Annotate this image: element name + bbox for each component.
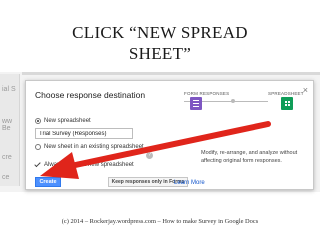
option-new-spreadsheet[interactable]: New spreadsheet: [35, 118, 91, 124]
background-sidebar: ial S ww Be cre ce: [0, 74, 20, 186]
radio-unselected-icon[interactable]: [35, 144, 41, 150]
spreadsheet-name-input[interactable]: [35, 128, 133, 139]
flow-sheet-label: SPREADSHEET: [268, 91, 304, 96]
sheets-icon: [281, 97, 293, 110]
background-text: ww Be: [2, 118, 13, 132]
destination-description: Modify, re-arrange, and analyze without …: [201, 150, 298, 164]
flow-dot-icon: [231, 99, 235, 103]
flow-form-label: FORM RESPONSES: [184, 91, 230, 96]
dialog-title: Choose response destination: [35, 90, 146, 100]
help-icon[interactable]: ?: [146, 152, 153, 159]
always-create-checkbox[interactable]: Always create a new spreadsheet: [35, 162, 134, 168]
slide-title: CLICK “NEW SPREAD SHEET”: [0, 22, 320, 64]
option-label: New sheet in an existing spreadsheet: [44, 144, 144, 150]
slide-title-line-2: SHEET”: [128, 44, 192, 63]
response-destination-dialog: Choose response destination × New spread…: [25, 80, 314, 190]
checkbox-label: Always create a new spreadsheet: [44, 162, 134, 168]
background-toolbar: [22, 72, 320, 75]
forms-icon: [190, 97, 202, 110]
slide-title-line-1: CLICK “NEW SPREAD: [72, 23, 248, 42]
screenshot: ial S ww Be cre ce Choose response desti…: [0, 72, 320, 192]
option-existing-spreadsheet[interactable]: New sheet in an existing spreadsheet: [35, 144, 144, 150]
checkmark-icon[interactable]: [35, 162, 41, 168]
option-label: New spreadsheet: [44, 118, 91, 124]
background-text: ial S: [2, 86, 16, 93]
background-text: ce: [2, 174, 10, 181]
background-text: cre: [2, 154, 12, 161]
slide-footer: (c) 2014 – Rockerjay.wordpress.com – How…: [61, 218, 259, 225]
learn-more-link[interactable]: Learn More: [174, 180, 205, 186]
create-button[interactable]: Create: [35, 177, 61, 187]
radio-selected-icon[interactable]: [35, 118, 41, 124]
